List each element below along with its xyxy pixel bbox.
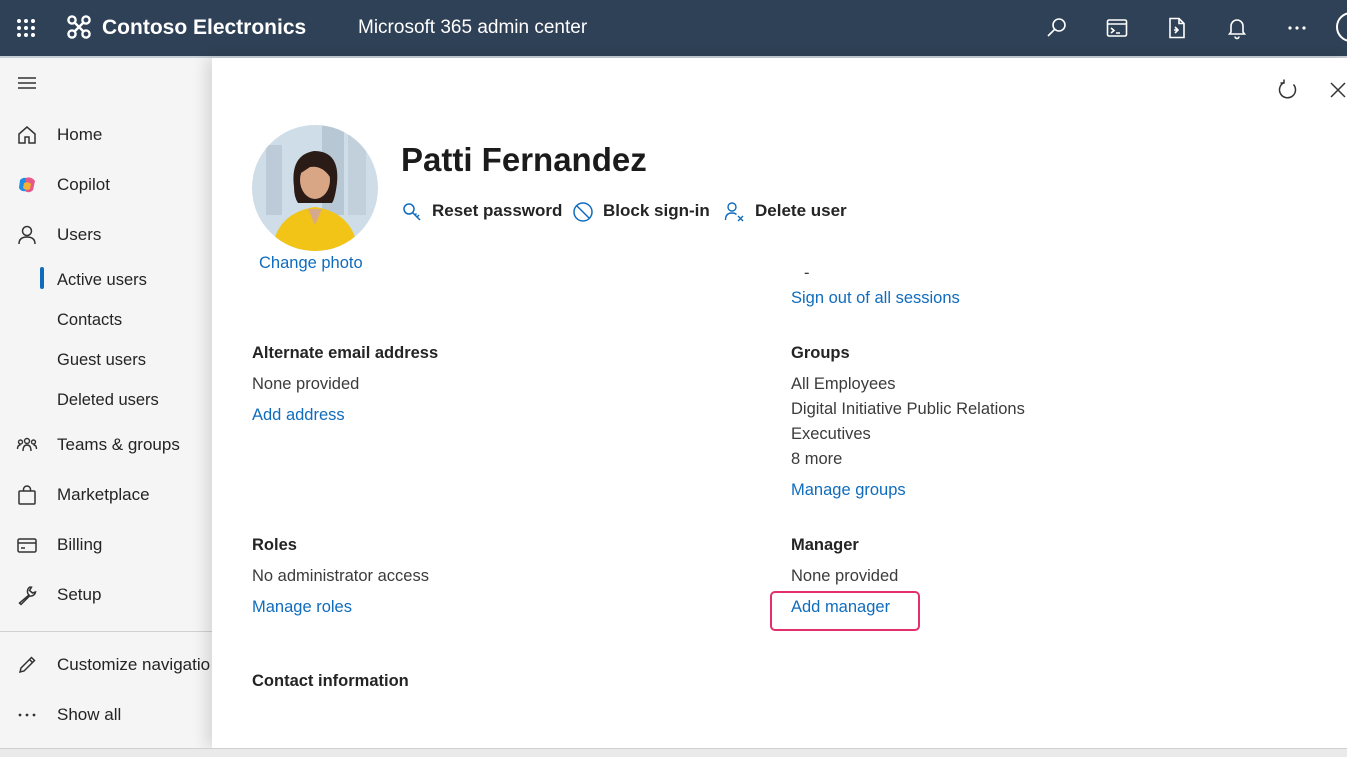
nav-item-billing[interactable]: Billing: [0, 524, 212, 564]
reset-password-label: Reset password: [432, 201, 563, 220]
nav-divider: [0, 631, 212, 632]
user-details-panel: Change photo Patti Fernandez Reset passw…: [212, 58, 1347, 748]
nav-item-users[interactable]: Users: [0, 214, 212, 254]
refresh-icon[interactable]: [1276, 78, 1300, 102]
nav-label: Show all: [57, 705, 122, 724]
credit-card-icon: [17, 538, 37, 553]
profile-picture: [252, 125, 378, 251]
manage-groups-link[interactable]: Manage groups: [791, 479, 906, 501]
roles-heading: Roles: [252, 536, 297, 554]
reset-password-button[interactable]: Reset password: [401, 199, 563, 223]
home-icon: [18, 126, 36, 144]
terminal-icon[interactable]: [1105, 16, 1129, 40]
person-delete-icon: [724, 202, 744, 222]
previous-field-value: -: [804, 264, 810, 282]
more-icon[interactable]: [1285, 16, 1309, 40]
contact-information-heading: Contact information: [252, 672, 409, 690]
highlight-box: [770, 591, 920, 631]
hamburger-menu-icon[interactable]: [16, 72, 38, 94]
shopping-bag-icon: [18, 485, 36, 505]
nav-label: Users: [57, 225, 102, 244]
sign-out-all-sessions-link[interactable]: Sign out of all sessions: [791, 287, 960, 309]
key-icon: [403, 203, 421, 221]
nav-item-copilot[interactable]: Copilot: [0, 164, 212, 204]
edit-icon: [18, 656, 36, 674]
nav-item-deleted-users[interactable]: Deleted users: [0, 379, 212, 419]
roles-value: No administrator access: [252, 567, 429, 585]
wrench-icon: [18, 586, 37, 606]
block-signin-label: Block sign-in: [603, 201, 710, 220]
group-item: Executives: [791, 425, 871, 443]
person-icon: [18, 225, 36, 245]
delete-user-button[interactable]: Delete user: [724, 199, 854, 223]
group-item: All Employees: [791, 375, 896, 393]
nav-item-customize-navigation[interactable]: Customize navigatio: [0, 644, 212, 684]
selected-indicator: [40, 267, 44, 289]
copilot-icon: [19, 177, 35, 193]
manager-heading: Manager: [791, 536, 859, 554]
nav-item-active-users[interactable]: Active users: [0, 259, 212, 299]
nav-label: Contacts: [57, 311, 123, 329]
nav-label: Setup: [57, 585, 102, 604]
add-address-link[interactable]: Add address: [252, 404, 345, 426]
contoso-logo-icon: [67, 15, 91, 39]
change-photo-link[interactable]: Change photo: [259, 252, 363, 274]
alternate-email-value: None provided: [252, 375, 360, 393]
top-bar: Contoso Electronics Microsoft 365 admin …: [0, 0, 1347, 56]
groups-heading: Groups: [791, 344, 850, 362]
nav-item-teams-groups[interactable]: Teams & groups: [0, 424, 212, 464]
app-launcher-icon[interactable]: [14, 16, 38, 40]
nav-label: Teams & groups: [57, 435, 180, 454]
user-photo: [252, 125, 378, 251]
manage-roles-link[interactable]: Manage roles: [252, 596, 352, 618]
nav-item-marketplace[interactable]: Marketplace: [0, 474, 212, 514]
nav-item-contacts[interactable]: Contacts: [0, 299, 212, 339]
delete-user-label: Delete user: [755, 201, 847, 220]
nav-label: Copilot: [57, 175, 110, 194]
nav-item-show-all[interactable]: Show all: [0, 694, 212, 734]
nav-label: Marketplace: [57, 485, 150, 504]
alternate-email-heading: Alternate email address: [252, 344, 439, 362]
nav-label: Active users: [57, 271, 147, 289]
nav-label: Customize navigatio: [57, 655, 211, 674]
org-name[interactable]: Contoso Electronics: [102, 14, 306, 42]
nav-label: Deleted users: [57, 391, 159, 409]
block-signin-button[interactable]: Block sign-in: [572, 199, 712, 223]
nav-label: Billing: [57, 535, 103, 554]
manager-value: None provided: [791, 567, 899, 585]
app-title[interactable]: Microsoft 365 admin center: [358, 15, 587, 41]
block-icon: [573, 202, 593, 222]
document-icon[interactable]: [1165, 16, 1189, 40]
nav-item-setup[interactable]: Setup: [0, 574, 212, 614]
nav-item-home[interactable]: Home: [0, 114, 212, 154]
nav-item-guest-users[interactable]: Guest users: [0, 339, 212, 379]
user-name: Patti Fernandez: [401, 141, 647, 178]
more-icon: [18, 713, 36, 717]
nav-label: Guest users: [57, 351, 146, 369]
group-item: Digital Initiative Public Relations: [791, 400, 1025, 418]
avatar[interactable]: [1336, 12, 1347, 42]
left-navigation: Home Copilot Users Active users Contacts…: [0, 58, 212, 756]
bell-icon[interactable]: [1225, 16, 1249, 40]
close-icon[interactable]: [1326, 78, 1347, 102]
groups-more-count: 8 more: [791, 450, 843, 468]
people-team-icon: [16, 437, 38, 452]
nav-label: Home: [57, 125, 103, 144]
search-icon[interactable]: [1045, 16, 1069, 40]
